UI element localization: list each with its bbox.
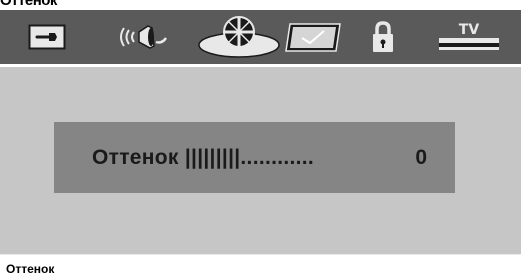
tab-preferences[interactable] — [282, 14, 344, 60]
hue-slider[interactable]: Оттенок |||||||||............ — [92, 146, 314, 170]
tab-setup[interactable] — [24, 14, 70, 60]
wrench-icon — [28, 24, 66, 50]
disc-icon — [197, 15, 281, 59]
tv-icon: TV — [437, 20, 501, 54]
menu-tab-bar: TV — [0, 10, 521, 64]
tab-parental-lock[interactable] — [366, 14, 400, 60]
tv-label: TV — [459, 22, 480, 38]
tab-video[interactable] — [196, 14, 282, 60]
caption-divider — [0, 254, 521, 255]
tab-bar-divider — [0, 64, 521, 67]
lock-icon — [370, 20, 396, 54]
hue-value: 0 — [415, 146, 427, 169]
tab-audio[interactable] — [110, 14, 174, 60]
osd-screen: TV Оттенок |||||||||............ 0 — [0, 10, 521, 254]
checkmark-icon — [284, 21, 342, 53]
speaker-icon — [112, 20, 172, 54]
page-title: Оттенок — [0, 0, 57, 9]
tab-tv[interactable]: TV — [436, 14, 502, 60]
caption: Оттенок — [6, 262, 55, 276]
setting-panel: Оттенок |||||||||............ 0 — [54, 122, 455, 193]
